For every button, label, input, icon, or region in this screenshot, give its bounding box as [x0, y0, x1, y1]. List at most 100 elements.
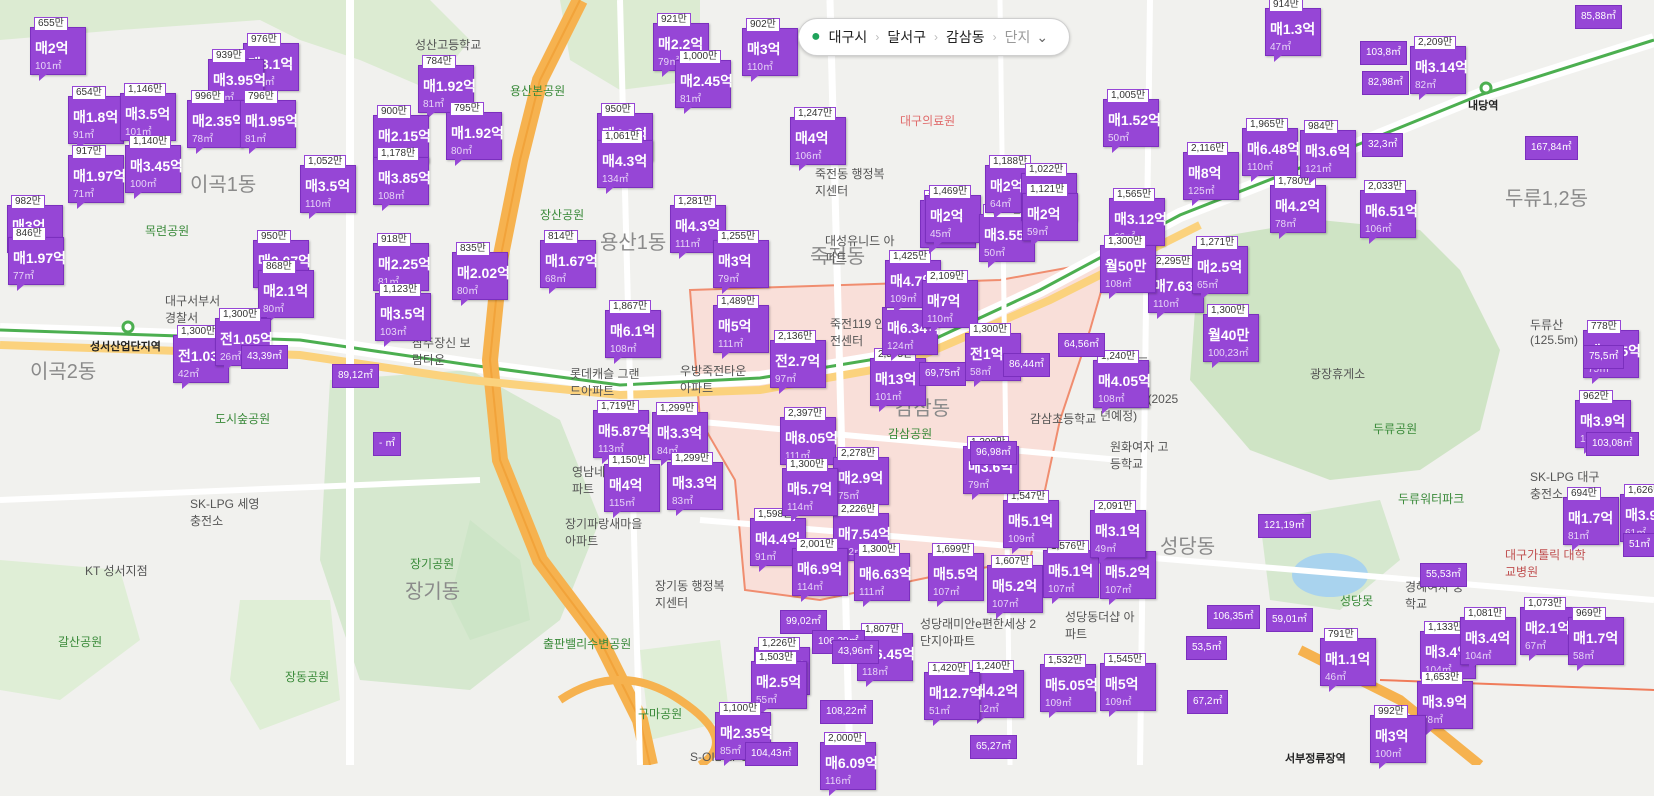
area-pill[interactable]: 69,75㎡	[919, 362, 967, 386]
listing-marker[interactable]: 1,061만 매4.3억 134㎡	[597, 130, 653, 194]
listing-marker[interactable]: 796만 매1.95억 81㎡	[240, 90, 298, 154]
breadcrumb-complex-select[interactable]: 단지 ⌄	[997, 27, 1057, 47]
listing-marker[interactable]: 2,116만 매8억 125㎡	[1183, 142, 1239, 206]
listing-marker[interactable]: 1,240만 매4.05억 108㎡	[1093, 350, 1151, 414]
listing-marker[interactable]: 1,247만 매4억 106㎡	[790, 107, 846, 171]
area-label: 이곡1동	[190, 174, 257, 196]
listing-marker[interactable]: 1,178만 매3.85억 108㎡	[373, 147, 431, 211]
area-pill[interactable]: 51㎡	[1623, 533, 1654, 557]
marker-price-per-pyeong: 1,653만	[1421, 671, 1464, 685]
area-pill[interactable]: 43,39㎡	[241, 345, 289, 369]
area-pill[interactable]: 106,35㎡	[1207, 605, 1260, 629]
listing-marker[interactable]: 1,121만 매2억 59㎡	[1022, 183, 1078, 247]
listing-marker[interactable]: 2,109만 매7억 110㎡	[922, 270, 978, 334]
listing-marker[interactable]: 1,965만 매6.48억 110㎡	[1242, 118, 1301, 182]
marker-area: 111㎡	[859, 587, 885, 598]
listing-marker[interactable]: 694만 매1.7억 81㎡	[1563, 487, 1619, 551]
listing-marker[interactable]: 2,091만 매3.1억 49㎡	[1090, 500, 1146, 564]
marker-price-per-pyeong: 984만	[1304, 120, 1338, 134]
area-pill[interactable]: 167,84㎡	[1525, 136, 1578, 160]
listing-marker[interactable]: 1,123만 매3.5억 103㎡	[375, 283, 431, 347]
marker-deal-price: 매3.6억	[1305, 143, 1351, 159]
listing-marker[interactable]: 902만 매3억 110㎡	[742, 18, 798, 82]
area-pill[interactable]: 89,12㎡	[332, 364, 380, 388]
listing-marker[interactable]: 868만 매2.1억 80㎡	[258, 260, 314, 324]
area-pill[interactable]: 67,2㎡	[1187, 690, 1229, 714]
listing-marker[interactable]: 1,140만 매3.45억 100㎡	[125, 135, 183, 199]
area-pill[interactable]: 108,22㎡	[820, 700, 873, 724]
listing-marker[interactable]: 814만 매1.67억 68㎡	[540, 230, 598, 294]
area-pill[interactable]: - ㎡	[373, 432, 402, 456]
listing-marker[interactable]: 984만 매3.6억 121㎡	[1300, 120, 1356, 184]
listing-marker[interactable]: 1,699만 매5.5억 107㎡	[928, 543, 984, 607]
marker-deal-price: 매2.1억	[263, 283, 309, 299]
listing-marker[interactable]: 996만 매2.35억 78㎡	[187, 90, 245, 154]
listing-marker[interactable]: 1,300만 월40만 100,23㎡	[1203, 304, 1259, 368]
listing-marker[interactable]: 917만 매1.97억 71㎡	[68, 145, 126, 209]
listing-marker[interactable]: 1,299만 매3.3억 83㎡	[667, 452, 723, 516]
area-pill[interactable]: 43,96㎡	[832, 640, 880, 664]
marker-deal-price: 매6.48억	[1247, 141, 1301, 157]
listing-marker[interactable]: 655만 매2억 101㎡	[30, 17, 86, 81]
listing-marker[interactable]: 1,150만 매4억 115㎡	[604, 454, 660, 518]
area-pill[interactable]: 53,5㎡	[1186, 636, 1228, 660]
listing-marker[interactable]: 1,271만 매2.5억 65㎡	[1192, 236, 1248, 300]
listing-marker[interactable]: 1,146만 매3.5억 101㎡	[120, 83, 176, 147]
listing-marker[interactable]: 2,575만매13억101㎡	[870, 348, 926, 412]
listing-marker[interactable]: 1,532만 매5.05억 109㎡	[1040, 654, 1098, 718]
listing-marker[interactable]: 1,607만매5.2억107㎡	[1100, 541, 1156, 605]
listing-marker[interactable]: 1,719만 매5.87억 113㎡	[593, 400, 651, 464]
area-pill[interactable]: 96,98㎡	[970, 441, 1018, 465]
area-pill[interactable]: 55,53㎡	[1420, 563, 1468, 587]
listing-marker[interactable]: 1,052만 매3.5억 110㎡	[300, 155, 356, 219]
listing-marker[interactable]: 1,005만 매1.52억 50㎡	[1103, 89, 1161, 153]
listing-marker[interactable]: 2,001만 매6.9억 114㎡	[792, 538, 848, 602]
listing-marker[interactable]: 791만 매1.1억 46㎡	[1320, 628, 1376, 692]
listing-marker[interactable]: 1,081만 매3.4억 104㎡	[1460, 607, 1516, 671]
breadcrumb-dong[interactable]: 감삼동	[938, 27, 993, 47]
listing-marker[interactable]: 2,136만 전2.7억 97㎡	[770, 330, 826, 394]
listing-marker[interactable]: 2,209만 매3.14억 82㎡	[1410, 36, 1468, 100]
area-pill[interactable]: 64,56㎡	[1058, 333, 1106, 357]
breadcrumb-district[interactable]: 달서구	[879, 27, 934, 47]
listing-marker[interactable]: 969만 매1.7억 58㎡	[1568, 607, 1624, 671]
listing-marker[interactable]: 1,420만 매12.7억 51㎡	[924, 662, 982, 726]
area-pill[interactable]: 65,27㎡	[970, 735, 1018, 759]
area-pill[interactable]: 82,98㎡	[1362, 71, 1410, 95]
listing-marker[interactable]: 992만 매3억 100㎡	[1370, 705, 1426, 769]
area-pill[interactable]: 104,43㎡	[745, 742, 798, 766]
listing-marker[interactable]: 2,033만 매6.51억 106㎡	[1360, 180, 1418, 244]
area-pill[interactable]: 32,3㎡	[1362, 133, 1404, 157]
area-pill[interactable]: 103,08㎡	[1586, 432, 1639, 456]
listing-marker[interactable]: 2,000만 매6.09억 116㎡	[820, 732, 879, 796]
area-pill[interactable]: 103,8㎡	[1360, 41, 1408, 65]
listing-marker[interactable]: 1,547만 매5.1억 109㎡	[1003, 490, 1059, 554]
listing-marker[interactable]: 1,000만 매2.45억 81㎡	[675, 50, 733, 114]
listing-marker[interactable]: 846만 매1.97억 77㎡	[8, 227, 66, 291]
area-pill[interactable]: 121,19㎡	[1258, 514, 1311, 538]
listing-marker[interactable]: 795만 매1.92억 80㎡	[446, 102, 504, 166]
listing-marker[interactable]: 835만 매2.02억 80㎡	[452, 242, 510, 306]
listing-marker[interactable]: 1,867만 매6.1억 108㎡	[605, 300, 661, 364]
marker-area: 68㎡	[545, 274, 567, 285]
listing-marker[interactable]: 914만 매1.3억 47㎡	[1265, 0, 1321, 62]
listing-marker[interactable]: 1,489만 매5억 111㎡	[713, 295, 769, 359]
marker-deal-price: 매6.09억	[825, 755, 879, 771]
listing-marker[interactable]: 1,300만 매6.63억 111㎡	[854, 543, 912, 607]
poi-label: 감삼초등학교	[1030, 412, 1097, 426]
area-pill[interactable]: 75,5㎡	[1583, 345, 1625, 369]
listing-marker[interactable]: 1,255만 매3억 79㎡	[713, 230, 769, 294]
listing-marker[interactable]: 1,469만 매2억 45㎡	[925, 185, 981, 249]
area-pill[interactable]: 85,88㎡	[1575, 5, 1623, 29]
listing-marker[interactable]: 1,300만 월50만 108㎡	[1100, 235, 1156, 299]
area-pill[interactable]: 59,01㎡	[1266, 608, 1314, 632]
listing-marker[interactable]: 654만 매1.8억 91㎡	[68, 86, 124, 150]
breadcrumb-city[interactable]: 대구시	[821, 27, 876, 47]
listing-marker[interactable]: 2,278만 매2.9억 75㎡	[833, 447, 889, 511]
marker-price-per-pyeong: 2,109만	[926, 270, 969, 284]
listing-marker[interactable]: 1,545만 매5억 109㎡	[1100, 653, 1156, 717]
area-pill[interactable]: 86,44㎡	[1003, 353, 1051, 377]
listing-marker[interactable]: 1,607만매5.2억107㎡	[987, 555, 1043, 619]
listing-marker[interactable]: 1,300만 매5.7억 114㎡	[782, 458, 838, 522]
listing-marker[interactable]: 1,780만 매4.2억 78㎡	[1270, 175, 1326, 239]
